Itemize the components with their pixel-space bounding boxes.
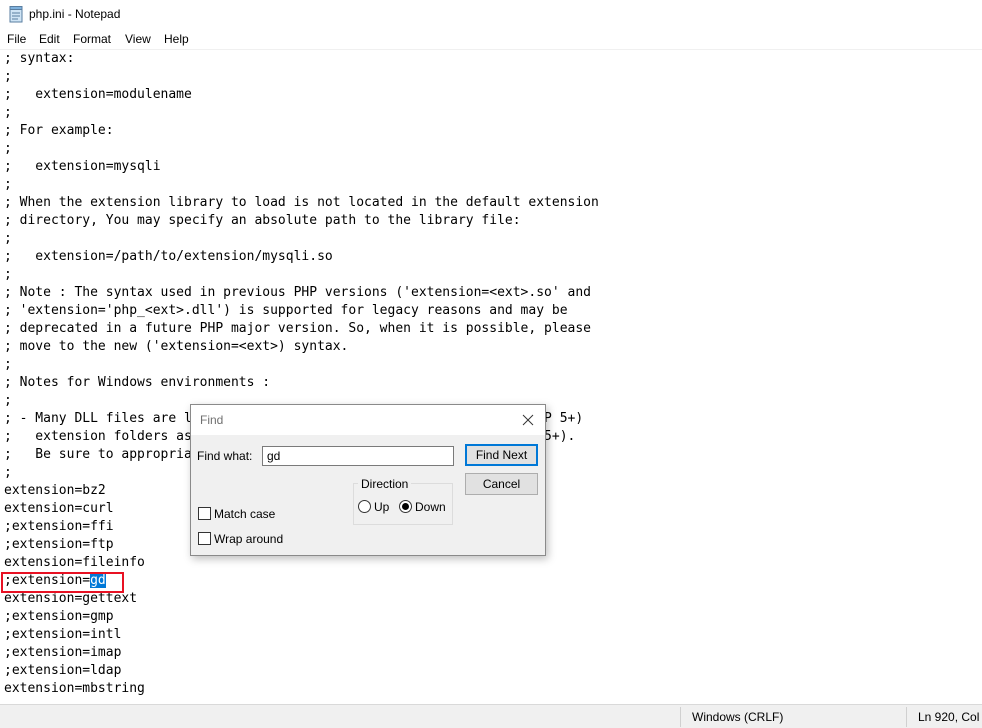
text-line: extension=curl [4, 501, 114, 516]
text-line: ; Note : The syntax used in previous PHP… [4, 285, 591, 300]
find-dialog: Find Find what: Find Next Cancel Directi… [190, 404, 546, 556]
text-line: ; [4, 267, 12, 282]
wrap-around-label[interactable]: Wrap around [214, 532, 283, 546]
text-line: extension=fileinfo [4, 555, 145, 570]
direction-up-label[interactable]: Up [374, 500, 389, 514]
text-line: ; [4, 231, 12, 246]
menu-bar: File Edit Format View Help [0, 30, 982, 50]
text-line: ; move to the new ('extension=<ext>) syn… [4, 339, 349, 354]
text-line: extension=bz2 [4, 483, 106, 498]
status-separator [906, 707, 907, 727]
text-line: ;extension=imap [4, 645, 122, 660]
text-line: ; syntax: [4, 51, 75, 66]
menu-edit[interactable]: Edit [39, 32, 60, 46]
text-line: ;extension=ldap [4, 663, 122, 678]
text-line: ;extension=gmp [4, 609, 114, 624]
text-line: ; 'extension='php_<ext>.dll') is support… [4, 303, 568, 318]
notepad-icon [9, 6, 23, 23]
title-bar: php.ini - Notepad [0, 0, 982, 30]
find-next-button[interactable]: Find Next [465, 444, 538, 466]
text-line: ; extension=modulename [4, 87, 192, 102]
text-line: extension=mbstring [4, 681, 145, 696]
text-line: ;extension=ffi [4, 519, 114, 534]
cursor-position-status: Ln 920, Col 1 [918, 710, 982, 724]
find-what-label: Find what: [197, 449, 253, 463]
text-line: ; [4, 357, 12, 372]
text-line: ;extension=ftp [4, 537, 114, 552]
status-bar: Windows (CRLF) Ln 920, Col 1 [0, 704, 982, 728]
cancel-button[interactable]: Cancel [465, 473, 538, 495]
menu-file[interactable]: File [7, 32, 26, 46]
wrap-around-checkbox[interactable] [198, 532, 211, 545]
direction-down-radio[interactable] [399, 500, 412, 513]
text-line: ;extension=intl [4, 627, 122, 642]
text-line: ; [4, 141, 12, 156]
direction-down-label[interactable]: Down [415, 500, 446, 514]
status-separator [680, 707, 681, 727]
text-line: ; deprecated in a future PHP major versi… [4, 321, 591, 336]
match-case-checkbox[interactable] [198, 507, 211, 520]
text-line: ; For example: [4, 123, 114, 138]
direction-label: Direction [358, 477, 412, 491]
text-line: ; [4, 393, 12, 408]
menu-format[interactable]: Format [73, 32, 111, 46]
text-line: ; extension=/path/to/extension/mysqli.so [4, 249, 333, 264]
text-line: ; [4, 105, 12, 120]
text-line: ; [4, 177, 12, 192]
menu-view[interactable]: View [125, 32, 151, 46]
text-line: ; directory, You may specify an absolute… [4, 213, 521, 228]
text-line: ; When the extension library to load is … [4, 195, 599, 210]
text-line: ; Notes for Windows environments : [4, 375, 271, 390]
menu-help[interactable]: Help [164, 32, 189, 46]
text-line: ; [4, 69, 12, 84]
find-dialog-titlebar[interactable]: Find [191, 405, 545, 435]
find-what-input[interactable] [262, 446, 454, 466]
highlight-box [1, 572, 124, 593]
text-line: ; [4, 465, 12, 480]
text-line: ; extension=mysqli [4, 159, 161, 174]
match-case-label[interactable]: Match case [214, 507, 275, 521]
window-title: php.ini - Notepad [29, 7, 121, 21]
text-editor[interactable]: ; syntax: ; ; extension=modulename ; ; F… [0, 50, 982, 704]
direction-up-radio[interactable] [358, 500, 371, 513]
close-icon[interactable] [517, 409, 539, 431]
line-ending-status: Windows (CRLF) [692, 710, 784, 724]
find-dialog-title: Find [200, 413, 224, 427]
